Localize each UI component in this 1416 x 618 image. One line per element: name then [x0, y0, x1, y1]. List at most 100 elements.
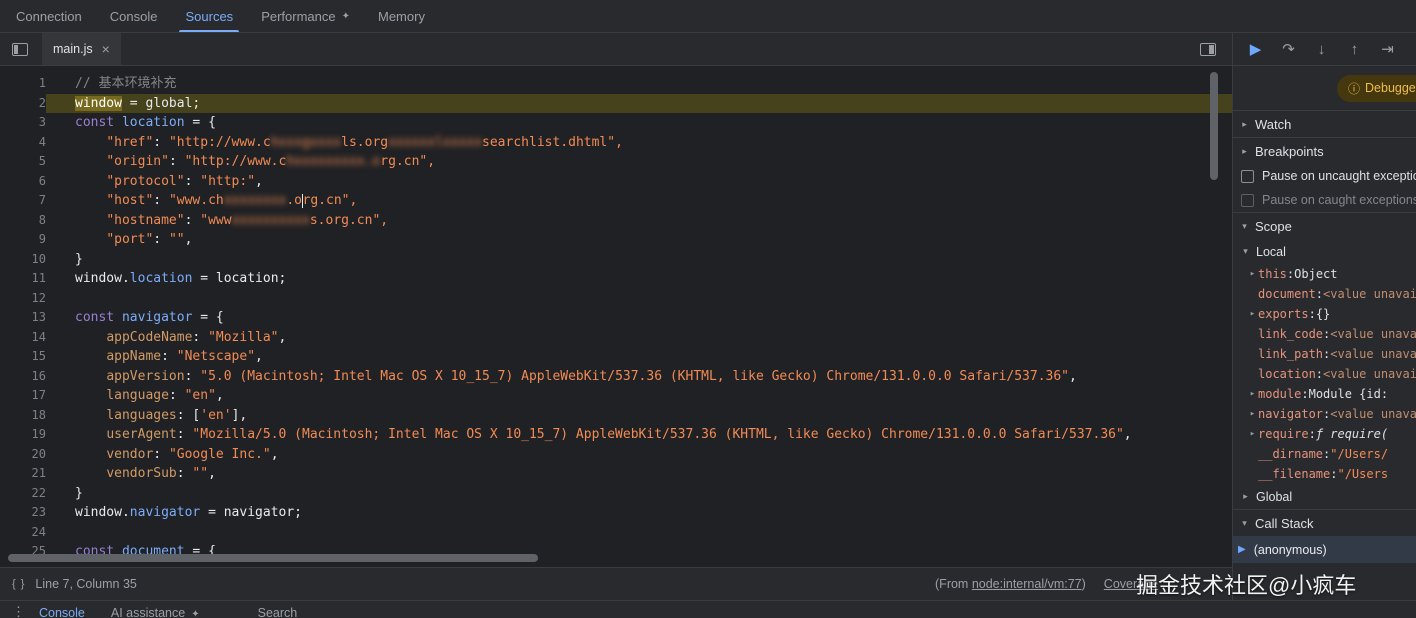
- code-line-16[interactable]: 16 appVersion: "5.0 (Macintosh; Intel Ma…: [0, 367, 1232, 387]
- line-text[interactable]: "protocol": "http:",: [46, 172, 1232, 192]
- scope-var-navigator[interactable]: ▸navigator: <value unavailable>: [1233, 404, 1416, 424]
- drawer-tab-ai-assistance[interactable]: AI assistance✦: [111, 606, 200, 618]
- line-text[interactable]: appVersion: "5.0 (Macintosh; Intel Mac O…: [46, 367, 1232, 387]
- scope-var-exports[interactable]: ▸exports: {}: [1233, 304, 1416, 324]
- line-number[interactable]: 23: [0, 503, 46, 523]
- line-text[interactable]: vendorSub: "",: [46, 464, 1232, 484]
- line-number[interactable]: 7: [0, 191, 46, 211]
- chevron-expanded-icon[interactable]: ▾: [1239, 518, 1250, 529]
- step-over-icon[interactable]: ↷: [1272, 40, 1305, 58]
- line-number[interactable]: 1: [0, 74, 46, 94]
- scope-var-__dirname[interactable]: __dirname: "/Users/: [1233, 444, 1416, 464]
- scope-var-require[interactable]: ▸require: ƒ require(: [1233, 424, 1416, 444]
- line-number[interactable]: 6: [0, 172, 46, 192]
- call-stack-frame[interactable]: ▶(anonymous): [1233, 536, 1416, 563]
- chevron-collapsed-icon[interactable]: ▸: [1247, 429, 1258, 439]
- section-call-stack[interactable]: ▾Call Stack: [1233, 509, 1416, 536]
- line-number[interactable]: 4: [0, 133, 46, 153]
- section-watch[interactable]: ▸Watch: [1233, 110, 1416, 137]
- chevron-expanded-icon[interactable]: ▾: [1240, 246, 1251, 257]
- line-number[interactable]: 15: [0, 347, 46, 367]
- code-line-4[interactable]: 4 "href": "http://www.chxxxgxxxxls.orgxx…: [0, 133, 1232, 153]
- more-options-icon[interactable]: ⋮: [12, 604, 25, 618]
- chevron-collapsed-icon[interactable]: ▸: [1247, 409, 1258, 419]
- line-text[interactable]: const location = {: [46, 113, 1232, 133]
- line-text[interactable]: window.location = location;: [46, 269, 1232, 289]
- line-text[interactable]: language: "en",: [46, 386, 1232, 406]
- code-line-8[interactable]: 8 "hostname": "wwwxxxxxxxxxxs.org.cn",: [0, 211, 1232, 231]
- line-text[interactable]: // 基本环境补充: [46, 74, 1232, 94]
- chevron-collapsed-icon[interactable]: ▸: [1239, 119, 1250, 130]
- vertical-scrollbar[interactable]: [1210, 72, 1218, 180]
- line-number[interactable]: 18: [0, 406, 46, 426]
- tab-console[interactable]: Console: [96, 0, 172, 32]
- line-text[interactable]: [46, 289, 1232, 309]
- line-text[interactable]: appName: "Netscape",: [46, 347, 1232, 367]
- scope-var-this[interactable]: ▸this: Object: [1233, 264, 1416, 284]
- line-text[interactable]: "href": "http://www.chxxxgxxxxls.orgxxxx…: [46, 133, 1232, 153]
- dock-side-icon[interactable]: [1200, 43, 1216, 56]
- line-number[interactable]: 13: [0, 308, 46, 328]
- checkbox-icon[interactable]: [1241, 194, 1254, 207]
- line-text[interactable]: "hostname": "wwwxxxxxxxxxxs.org.cn",: [46, 211, 1232, 231]
- line-number[interactable]: 20: [0, 445, 46, 465]
- scope-var-document[interactable]: document: <value unavailable>: [1233, 284, 1416, 304]
- line-text[interactable]: languages: ['en'],: [46, 406, 1232, 426]
- tab-connection[interactable]: Connection: [2, 0, 96, 32]
- line-number[interactable]: 11: [0, 269, 46, 289]
- chevron-collapsed-icon[interactable]: ▸: [1247, 309, 1258, 319]
- step-into-icon[interactable]: ↓: [1305, 41, 1338, 58]
- chevron-expanded-icon[interactable]: ▾: [1239, 221, 1250, 232]
- scope-var-location[interactable]: location: <value unavailable>: [1233, 364, 1416, 384]
- code-line-23[interactable]: 23window.navigator = navigator;: [0, 503, 1232, 523]
- line-number[interactable]: 3: [0, 113, 46, 133]
- line-number[interactable]: 10: [0, 250, 46, 270]
- coverage-link[interactable]: Coverage: [1104, 577, 1158, 591]
- code-editor[interactable]: 1// 基本环境补充2window = global;3const locati…: [0, 66, 1232, 567]
- navigator-panel-toggle-icon[interactable]: [12, 43, 28, 56]
- line-text[interactable]: "port": "",: [46, 230, 1232, 250]
- code-line-24[interactable]: 24: [0, 523, 1232, 543]
- code-line-9[interactable]: 9 "port": "",: [0, 230, 1232, 250]
- checkbox-pause-on-uncaught-exceptions[interactable]: Pause on uncaught exceptions: [1233, 164, 1416, 188]
- line-text[interactable]: }: [46, 250, 1232, 270]
- code-line-11[interactable]: 11window.location = location;: [0, 269, 1232, 289]
- line-number[interactable]: 24: [0, 523, 46, 543]
- vm-source-link[interactable]: node:internal/vm:77: [972, 577, 1082, 591]
- resume-icon[interactable]: ▶: [1239, 40, 1272, 58]
- scope-var-__filename[interactable]: __filename: "/Users: [1233, 464, 1416, 484]
- line-text[interactable]: window = global;: [46, 94, 1232, 114]
- close-tab-icon[interactable]: ×: [102, 42, 110, 56]
- checkbox-pause-on-caught-exceptions[interactable]: Pause on caught exceptions: [1233, 188, 1416, 212]
- code-line-5[interactable]: 5 "origin": "http://www.chxxxxxxxxx.org.…: [0, 152, 1232, 172]
- horizontal-scrollbar[interactable]: [8, 554, 538, 562]
- code-line-13[interactable]: 13const navigator = {: [0, 308, 1232, 328]
- line-text[interactable]: }: [46, 484, 1232, 504]
- checkbox-icon[interactable]: [1241, 170, 1254, 183]
- line-text[interactable]: appCodeName: "Mozilla",: [46, 328, 1232, 348]
- line-text[interactable]: userAgent: "Mozilla/5.0 (Macintosh; Inte…: [46, 425, 1232, 445]
- line-number[interactable]: 21: [0, 464, 46, 484]
- chevron-collapsed-icon[interactable]: ▸: [1247, 269, 1258, 279]
- code-line-12[interactable]: 12: [0, 289, 1232, 309]
- drawer-tab-console[interactable]: Console: [39, 606, 85, 618]
- line-number[interactable]: 16: [0, 367, 46, 387]
- tab-memory[interactable]: Memory: [364, 0, 439, 32]
- chevron-collapsed-icon[interactable]: ▸: [1240, 491, 1251, 502]
- line-number[interactable]: 8: [0, 211, 46, 231]
- code-line-22[interactable]: 22}: [0, 484, 1232, 504]
- line-text[interactable]: window.navigator = navigator;: [46, 503, 1232, 523]
- chevron-collapsed-icon[interactable]: ▸: [1247, 389, 1258, 399]
- code-line-1[interactable]: 1// 基本环境补充: [0, 74, 1232, 94]
- section-scope[interactable]: ▾Scope: [1233, 212, 1416, 239]
- code-line-6[interactable]: 6 "protocol": "http:",: [0, 172, 1232, 192]
- pretty-print-icon[interactable]: { }: [12, 578, 25, 590]
- line-text[interactable]: "host": "www.chxxxxxxxx.org.cn",: [46, 191, 1232, 211]
- code-line-10[interactable]: 10}: [0, 250, 1232, 270]
- tab-performance[interactable]: Performance✦: [247, 0, 364, 32]
- section-breakpoints[interactable]: ▸Breakpoints: [1233, 137, 1416, 164]
- step-icon[interactable]: ⇥: [1371, 40, 1404, 58]
- code-line-20[interactable]: 20 vendor: "Google Inc.",: [0, 445, 1232, 465]
- section-local[interactable]: ▾Local: [1233, 239, 1416, 264]
- line-number[interactable]: 12: [0, 289, 46, 309]
